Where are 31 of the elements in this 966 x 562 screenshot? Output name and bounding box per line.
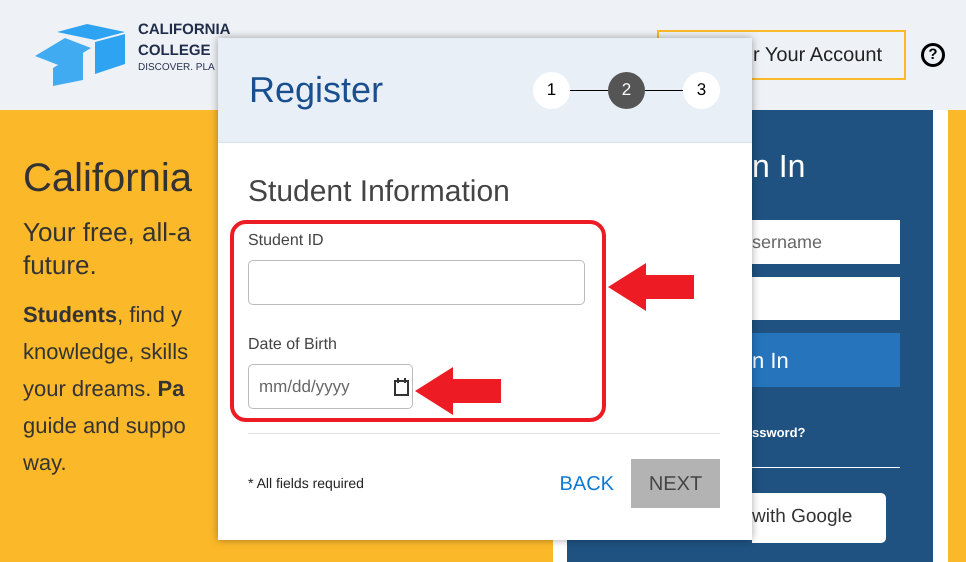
back-button[interactable]: BACK: [560, 468, 614, 498]
logo-text: CALIFORNIA: [138, 22, 230, 37]
logo-text: COLLEGE: [138, 43, 212, 58]
student-id-field[interactable]: [248, 260, 585, 305]
date-field[interactable]: mm/dd/yyyy: [248, 364, 413, 409]
calendar-icon[interactable]: [394, 378, 409, 396]
google-sign-in-button[interactable]: with Google: [752, 492, 886, 542]
section-title: Student Information: [248, 174, 510, 210]
intro-text: way.: [23, 449, 67, 477]
password-field[interactable]: [752, 277, 900, 320]
intro-text: guide and suppo: [23, 412, 186, 440]
username-field[interactable]: sername: [752, 220, 900, 264]
forgot-password-link[interactable]: ssword?: [752, 423, 806, 442]
field-label: Date of Birth: [248, 335, 337, 355]
intro-lead: future.: [23, 249, 97, 282]
required-note: * All fields required: [248, 474, 365, 493]
intro-text: knowledge, skills: [23, 338, 188, 366]
intro-text: your dreams. Pa: [23, 375, 184, 403]
step-indicator: 2: [608, 72, 645, 108]
step-indicator: 1: [533, 72, 570, 108]
step-indicator: 3: [683, 72, 720, 108]
sign-in-button[interactable]: n In: [752, 333, 900, 387]
intro-text: Students, find y: [23, 301, 182, 329]
help-icon[interactable]: ?: [921, 43, 945, 67]
sign-in-title: n In: [752, 147, 806, 186]
logo-tagline: DISCOVER. PLA: [138, 63, 216, 73]
field-label: Student ID: [248, 231, 324, 251]
intro-lead: Your free, all-a: [23, 216, 192, 249]
dialog-title: Register: [249, 68, 384, 112]
logo-icon: [35, 24, 127, 86]
intro-title: California: [23, 155, 192, 202]
